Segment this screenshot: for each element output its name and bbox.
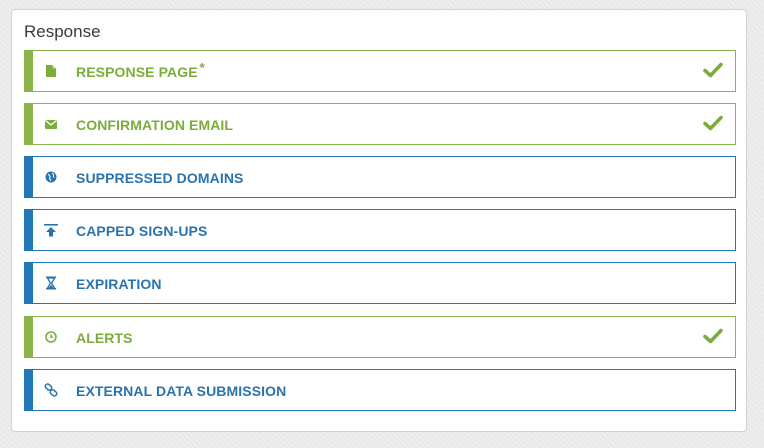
section-label: RESPONSE PAGE * xyxy=(76,60,205,80)
section-external-data-submission[interactable]: EXTERNAL DATA SUBMISSION xyxy=(24,369,736,411)
section-label: SUPPRESSED DOMAINS xyxy=(76,170,244,186)
section-suppressed-domains[interactable]: SUPPRESSED DOMAINS xyxy=(24,156,736,198)
response-panel: Response RESPONSE PAGE * CONFIRMATION EMA… xyxy=(11,9,747,432)
required-asterisk: * xyxy=(199,60,205,75)
clock-icon xyxy=(43,330,59,344)
section-capped-sign-ups[interactable]: CAPPED SIGN-UPS xyxy=(24,209,736,251)
section-label: EXTERNAL DATA SUBMISSION xyxy=(76,383,287,399)
envelope-icon xyxy=(43,117,59,131)
section-response-page[interactable]: RESPONSE PAGE * xyxy=(24,50,736,92)
section-label: CAPPED SIGN-UPS xyxy=(76,223,208,239)
checkmark-icon xyxy=(703,62,723,78)
section-alerts[interactable]: ALERTS xyxy=(24,316,736,358)
section-label: EXPIRATION xyxy=(76,276,162,292)
section-label: CONFIRMATION EMAIL xyxy=(76,117,234,133)
hourglass-icon xyxy=(43,276,59,290)
globe-icon xyxy=(43,170,59,184)
checkmark-icon xyxy=(703,115,723,131)
file-icon xyxy=(43,64,59,78)
link-icon xyxy=(43,383,59,397)
upload-arrow-icon xyxy=(43,223,59,237)
panel-title: Response xyxy=(24,22,101,41)
checkmark-icon xyxy=(703,328,723,344)
section-expiration[interactable]: EXPIRATION xyxy=(24,262,736,304)
section-label: ALERTS xyxy=(76,330,133,346)
section-confirmation-email[interactable]: CONFIRMATION EMAIL xyxy=(24,103,736,145)
